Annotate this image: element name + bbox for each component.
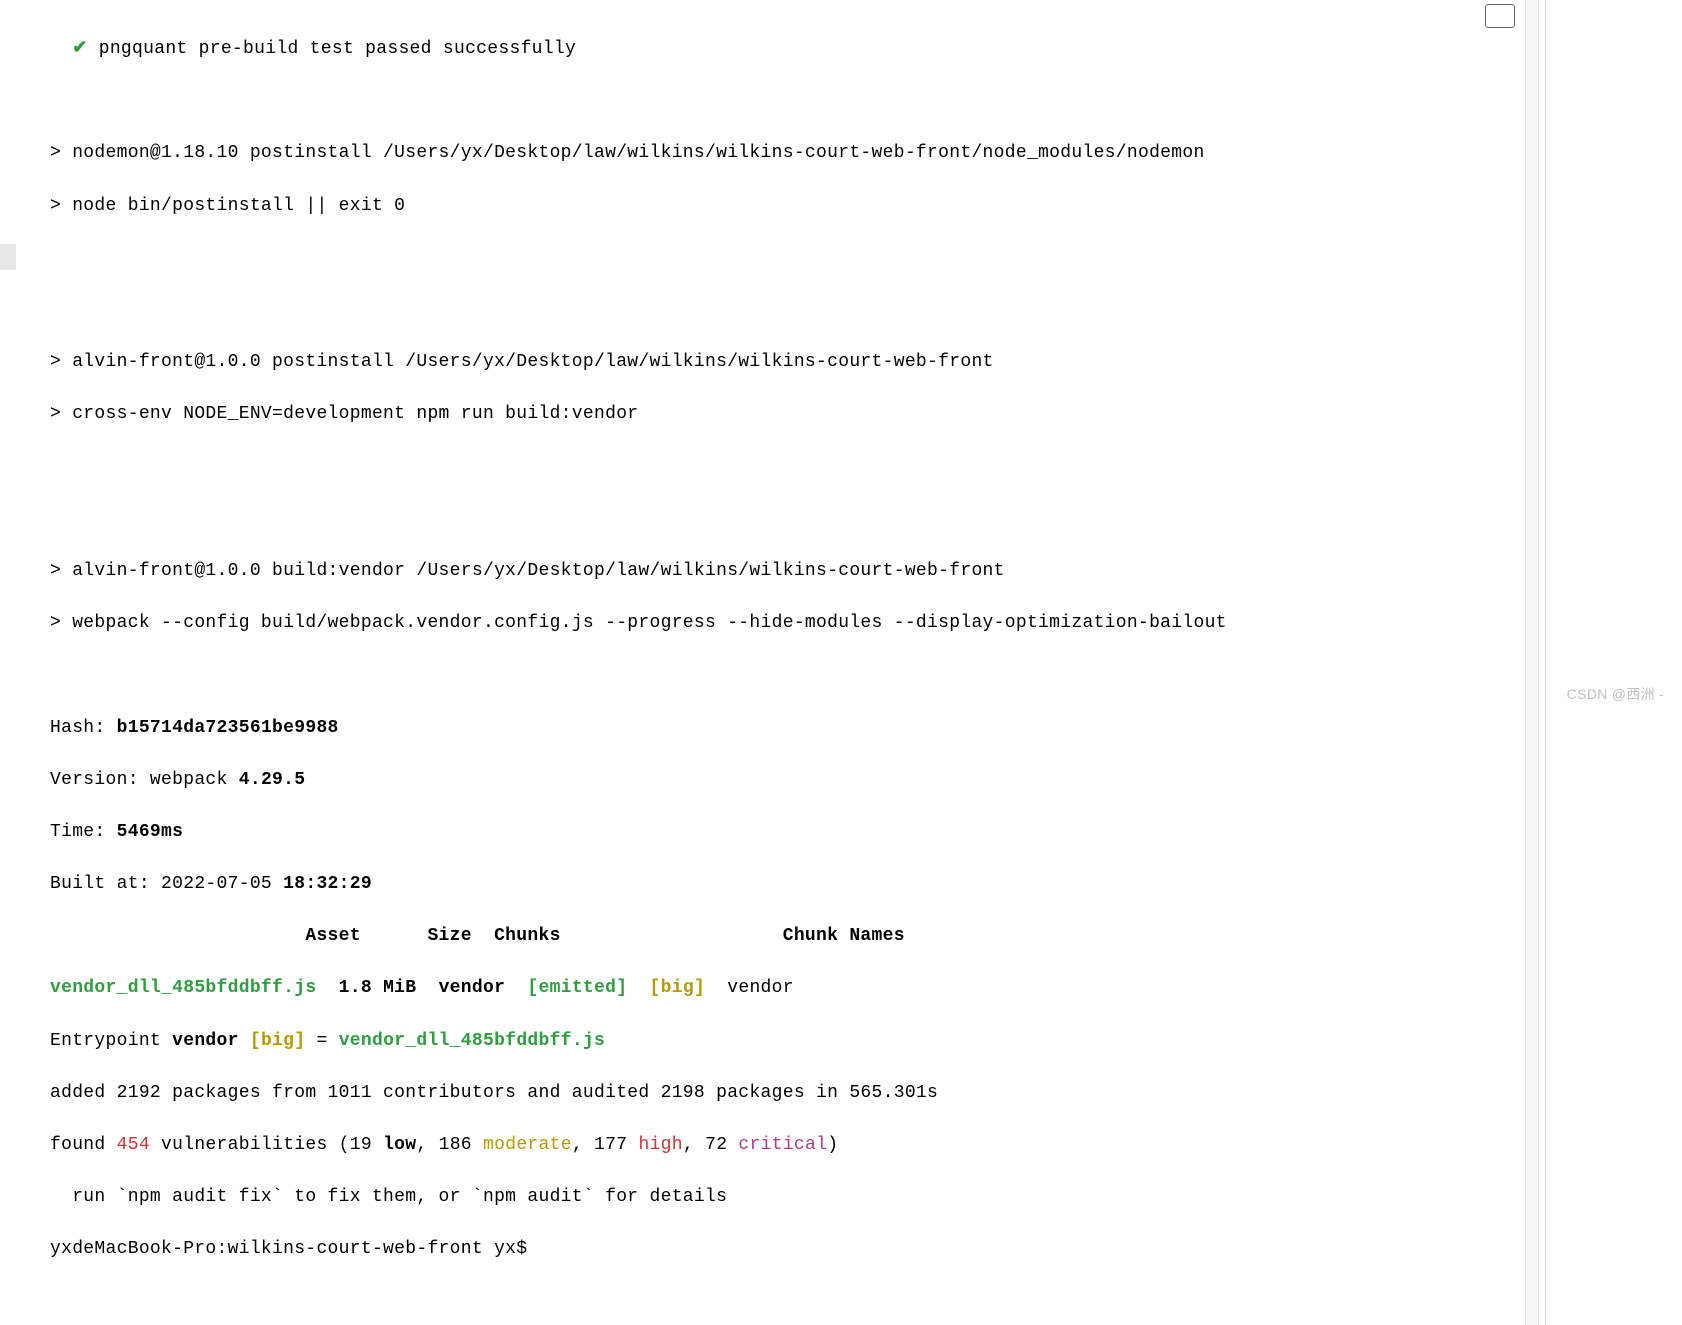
- success-text: pngquant pre-build test passed successfu…: [88, 39, 576, 59]
- big-tag: [big]: [627, 978, 705, 998]
- blank-line: [50, 297, 1545, 323]
- entrypoint-eq: =: [305, 1031, 338, 1051]
- vuln-high: high: [638, 1135, 682, 1155]
- output-line: > alvin-front@1.0.0 postinstall /Users/y…: [50, 349, 1545, 375]
- vuln-critical: critical: [738, 1135, 827, 1155]
- shell-prompt[interactable]: yxdeMacBook-Pro:wilkins-court-web-front …: [50, 1236, 1545, 1262]
- hash-value: b15714da723561be9988: [117, 718, 339, 738]
- audit-fix: run `npm audit fix` to fix them, or `npm…: [50, 1184, 1545, 1210]
- time-label: Time:: [50, 822, 117, 842]
- entrypoint-prefix: Entrypoint: [50, 1031, 172, 1051]
- watermark: CSDN @西洲 -: [1567, 684, 1664, 704]
- audit-added: added 2192 packages from 1011 contributo…: [50, 1080, 1545, 1106]
- output-line: ✔ pngquant pre-build test passed success…: [50, 36, 1545, 62]
- blank-line: [50, 506, 1545, 532]
- output-line: > nodemon@1.18.10 postinstall /Users/yx/…: [50, 140, 1545, 166]
- chunk-names: vendor: [705, 978, 794, 998]
- version-label: Version: webpack: [50, 770, 239, 790]
- vuln-moderate: moderate: [483, 1135, 572, 1155]
- version-value: 4.29.5: [239, 770, 306, 790]
- table-row: vendor_dll_485bfddbff.js 1.8 MiB vendor …: [50, 975, 1545, 1001]
- vuln-low: low: [383, 1135, 416, 1155]
- blank-line: [50, 662, 1545, 688]
- output-line: Built at: 2022-07-05 18:32:29: [50, 871, 1545, 897]
- time-value: 5469ms: [117, 822, 184, 842]
- blank-line: [50, 88, 1545, 114]
- entrypoint-big: [big]: [239, 1031, 306, 1051]
- output-line: > node bin/postinstall || exit 0: [50, 193, 1545, 219]
- audit-found: found 454 vulnerabilities (19 low, 186 m…: [50, 1132, 1545, 1158]
- blank-line: [50, 454, 1545, 480]
- output-line: Hash: b15714da723561be9988: [50, 715, 1545, 741]
- output-line: > alvin-front@1.0.0 build:vendor /Users/…: [50, 558, 1545, 584]
- asset-name: vendor_dll_485bfddbff.js: [50, 978, 316, 998]
- built-at-label: Built at: 2022-07-05: [50, 874, 283, 894]
- hash-label: Hash:: [50, 718, 117, 738]
- output-line: > webpack --config build/webpack.vendor.…: [50, 610, 1545, 636]
- asset-size: 1.8 MiB: [316, 978, 416, 998]
- vuln-count: 454: [117, 1135, 150, 1155]
- output-line: Time: 5469ms: [50, 819, 1545, 845]
- output-line: Version: webpack 4.29.5: [50, 767, 1545, 793]
- asset-chunks: vendor: [416, 978, 527, 998]
- entrypoint-name: vendor: [172, 1031, 239, 1051]
- emitted-tag: [emitted]: [527, 978, 627, 998]
- blank-line: [50, 245, 1545, 271]
- terminal-output: ✔ pngquant pre-build test passed success…: [0, 0, 1545, 1325]
- terminal-container: ✔ pngquant pre-build test passed success…: [0, 0, 1546, 1325]
- built-at-time: 18:32:29: [283, 874, 372, 894]
- output-line: > cross-env NODE_ENV=development npm run…: [50, 401, 1545, 427]
- entrypoint-file: vendor_dll_485bfddbff.js: [339, 1031, 605, 1051]
- check-icon: ✔: [72, 39, 87, 59]
- entrypoint-line: Entrypoint vendor [big] = vendor_dll_485…: [50, 1028, 1545, 1054]
- table-header: Asset Size Chunks Chunk Names: [50, 923, 1545, 949]
